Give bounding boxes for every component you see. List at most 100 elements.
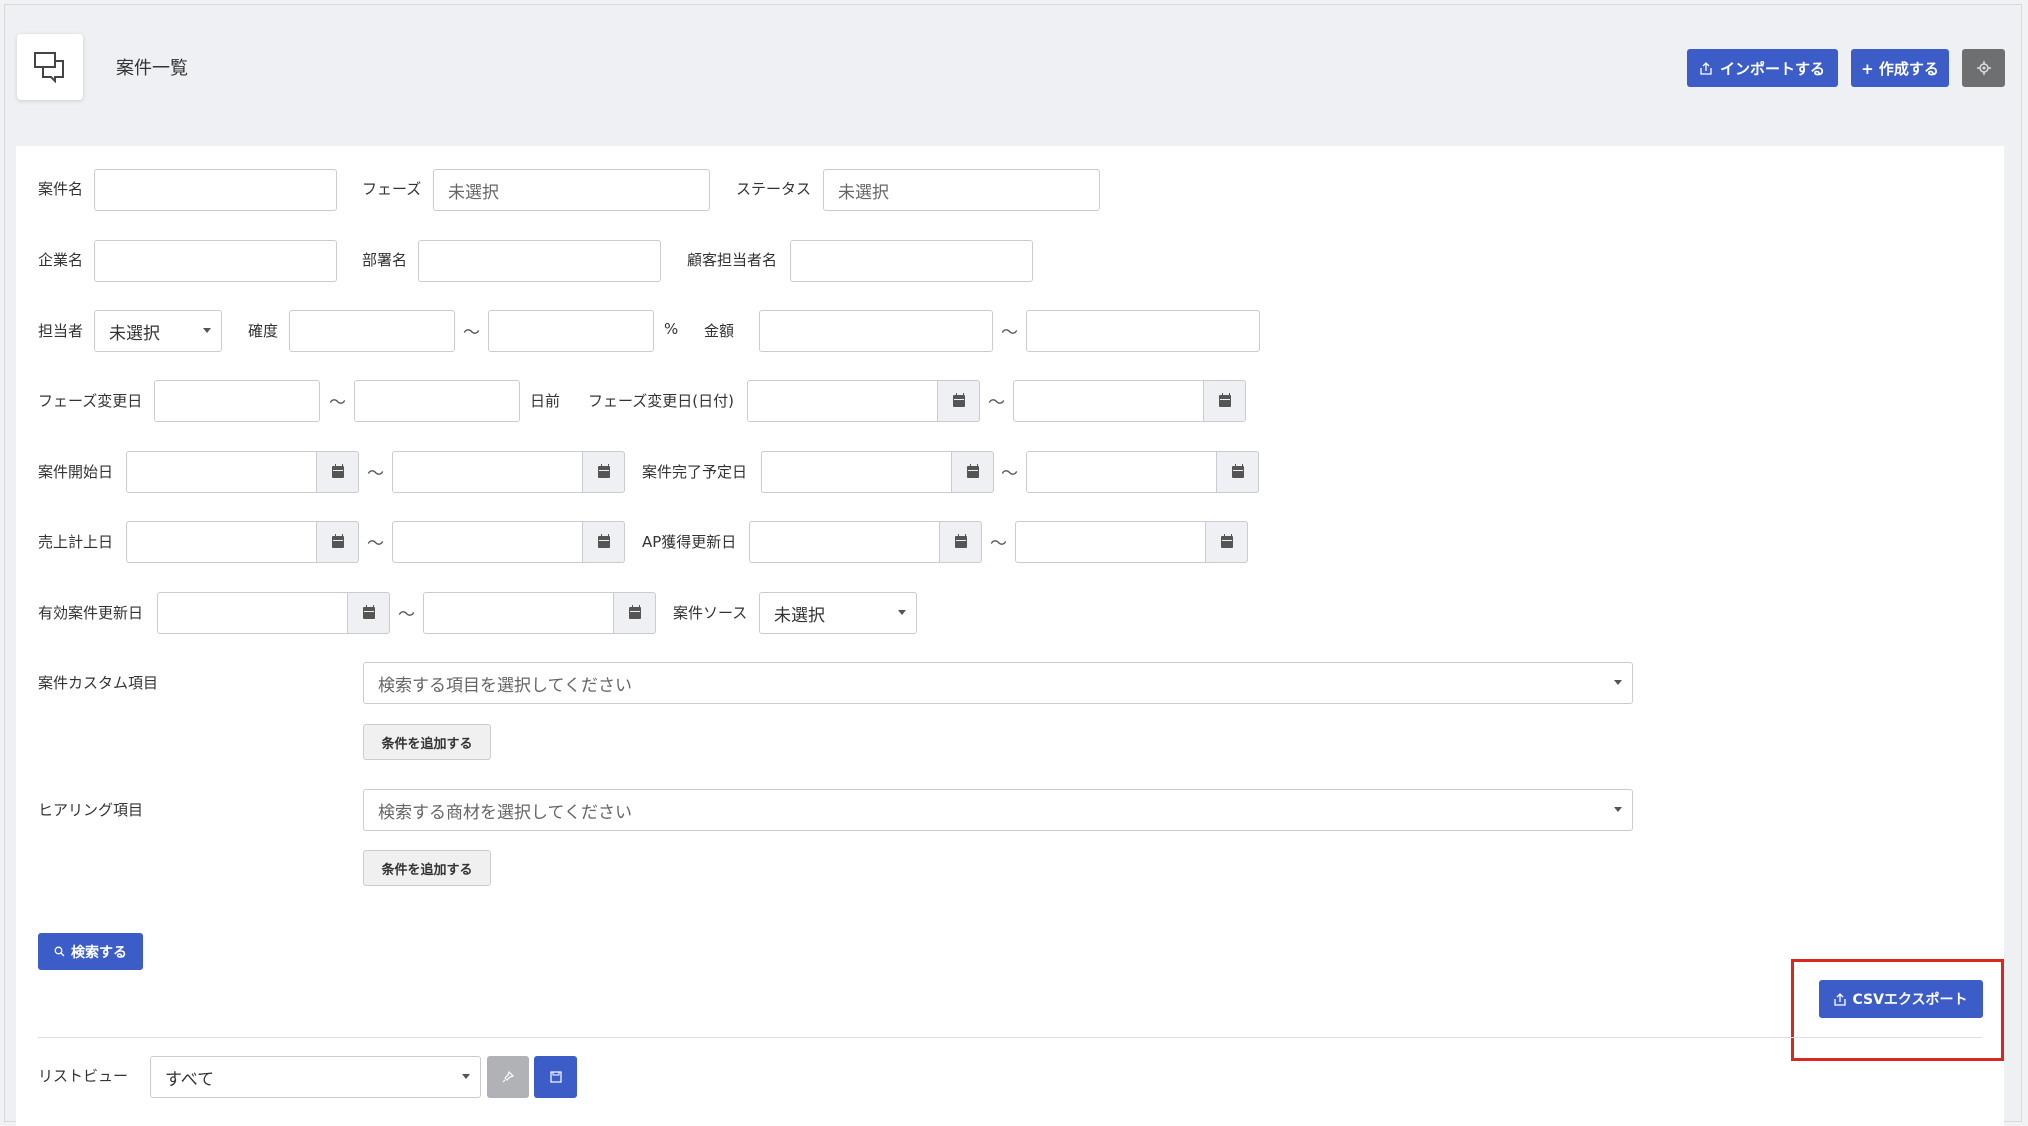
- phase-select[interactable]: 未選択: [433, 169, 710, 211]
- case-start-from-input[interactable]: [126, 451, 317, 493]
- calendar-button[interactable]: [614, 592, 656, 634]
- add-hearing-condition-button[interactable]: 条件を追加する: [363, 850, 491, 886]
- chevron-down-icon: [203, 328, 211, 333]
- sales-recorded-from-input[interactable]: [126, 521, 317, 563]
- calendar-button[interactable]: [583, 521, 625, 563]
- phase-label: フェーズ: [362, 180, 422, 198]
- calendar-button[interactable]: [952, 451, 994, 493]
- phase-select-value: 未選択: [448, 182, 499, 203]
- amount-to-input[interactable]: [1026, 310, 1260, 352]
- search-icon: [54, 946, 65, 957]
- range-separator: 〜: [988, 393, 1005, 413]
- app-logo: [17, 34, 83, 100]
- range-separator: 〜: [463, 323, 480, 343]
- valid-case-updated-label: 有効案件更新日: [38, 604, 144, 622]
- percent-label: %: [664, 320, 679, 338]
- probability-to-input[interactable]: [488, 310, 654, 352]
- calendar-icon: [1231, 464, 1244, 478]
- days-ago-label: 日前: [530, 392, 561, 410]
- department-name-input[interactable]: [418, 240, 661, 282]
- hearing-items-select[interactable]: 検索する商材を選択してください: [363, 789, 1633, 831]
- page-title: 案件一覧: [116, 58, 188, 79]
- amount-from-input[interactable]: [759, 310, 993, 352]
- calendar-button[interactable]: [317, 451, 359, 493]
- sales-recorded-label: 売上計上日: [38, 533, 114, 551]
- sales-recorded-to-input[interactable]: [392, 521, 583, 563]
- case-name-label: 案件名: [38, 180, 84, 198]
- company-name-label: 企業名: [38, 251, 84, 269]
- calendar-icon: [331, 464, 344, 478]
- status-label: ステータス: [736, 180, 812, 198]
- valid-case-updated-to-input[interactable]: [423, 592, 614, 634]
- gear-icon: [1976, 61, 1991, 75]
- case-complete-planned-from-input[interactable]: [761, 451, 952, 493]
- calendar-button[interactable]: [940, 521, 982, 563]
- import-button-label: インポートする: [1719, 59, 1825, 78]
- company-name-input[interactable]: [94, 240, 337, 282]
- range-separator: 〜: [1001, 464, 1018, 484]
- phase-changed-days-to-input[interactable]: [354, 380, 520, 422]
- import-button[interactable]: インポートする: [1687, 49, 1838, 87]
- department-name-label: 部署名: [362, 251, 408, 269]
- calendar-button[interactable]: [938, 380, 980, 422]
- calendar-button[interactable]: [317, 521, 359, 563]
- search-button[interactable]: 検索する: [38, 933, 143, 970]
- phase-changed-date-to-input[interactable]: [1013, 380, 1204, 422]
- calendar-button[interactable]: [348, 592, 390, 634]
- probability-from-input[interactable]: [289, 310, 455, 352]
- divider: [38, 1037, 1982, 1038]
- calendar-icon: [1220, 534, 1233, 548]
- valid-case-updated-from-input[interactable]: [157, 592, 348, 634]
- case-start-to-input[interactable]: [392, 451, 583, 493]
- client-contact-label: 顧客担当者名: [687, 251, 778, 269]
- phase-changed-date-from-input[interactable]: [747, 380, 938, 422]
- list-view-select-value: すべて: [165, 1069, 215, 1090]
- calendar-icon: [952, 393, 965, 407]
- case-source-select[interactable]: 未選択: [759, 592, 917, 634]
- add-condition-label: 条件を追加する: [381, 862, 473, 878]
- assignee-select[interactable]: 未選択: [94, 310, 222, 352]
- range-separator: 〜: [367, 534, 384, 554]
- calendar-icon: [954, 534, 967, 548]
- ap-acquired-updated-from-input[interactable]: [749, 521, 940, 563]
- chevron-down-icon: [898, 610, 906, 615]
- hearing-items-label: ヒアリング項目: [38, 801, 144, 819]
- pin-icon: [502, 1071, 514, 1083]
- phase-changed-days-from-input[interactable]: [154, 380, 320, 422]
- list-view-label: リストビュー: [38, 1067, 129, 1085]
- case-source-label: 案件ソース: [673, 604, 748, 622]
- pin-view-button[interactable]: [487, 1056, 529, 1098]
- range-separator: 〜: [329, 393, 346, 413]
- save-view-button[interactable]: [534, 1056, 577, 1098]
- ap-acquired-updated-label: AP獲得更新日: [642, 533, 737, 551]
- custom-items-label: 案件カスタム項目: [38, 674, 159, 692]
- chevron-down-icon: [1614, 680, 1622, 685]
- list-view-select[interactable]: すべて: [150, 1056, 481, 1098]
- calendar-icon: [362, 605, 375, 619]
- case-complete-planned-to-input[interactable]: [1026, 451, 1217, 493]
- ap-acquired-updated-to-input[interactable]: [1015, 521, 1206, 563]
- client-contact-input[interactable]: [790, 240, 1033, 282]
- search-button-label: 検索する: [71, 944, 127, 961]
- range-separator: 〜: [367, 464, 384, 484]
- add-custom-condition-button[interactable]: 条件を追加する: [363, 724, 491, 760]
- custom-items-placeholder: 検索する項目を選択してください: [378, 675, 632, 696]
- status-select[interactable]: 未選択: [823, 169, 1100, 211]
- range-separator: 〜: [398, 605, 415, 625]
- calendar-button[interactable]: [1206, 521, 1248, 563]
- calendar-button[interactable]: [583, 451, 625, 493]
- probability-label: 確度: [248, 322, 279, 340]
- amount-label: 金額: [704, 322, 735, 340]
- calendar-button[interactable]: [1217, 451, 1259, 493]
- assignee-label: 担当者: [38, 322, 84, 340]
- case-start-label: 案件開始日: [38, 463, 114, 481]
- calendar-button[interactable]: [1204, 380, 1246, 422]
- case-name-input[interactable]: [94, 169, 337, 211]
- settings-button[interactable]: [1962, 49, 2005, 87]
- create-button[interactable]: + 作成する: [1851, 49, 1949, 87]
- phase-changed-days-label: フェーズ変更日: [38, 392, 143, 410]
- status-select-value: 未選択: [838, 182, 889, 203]
- custom-items-select[interactable]: 検索する項目を選択してください: [363, 662, 1633, 704]
- case-source-select-value: 未選択: [774, 605, 825, 626]
- calendar-icon: [331, 534, 344, 548]
